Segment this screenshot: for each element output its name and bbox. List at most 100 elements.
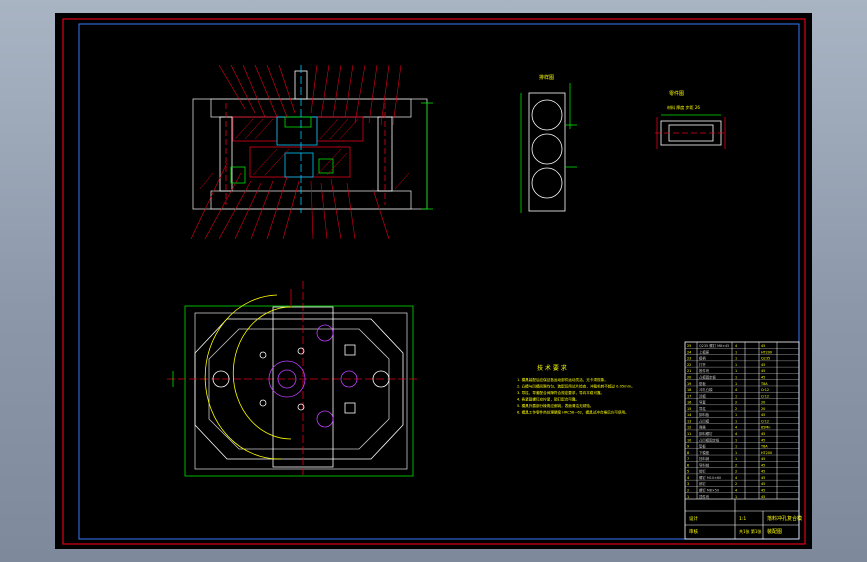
tech-req-line: 3. 导柱、导套配合间隙符合规定要求，导向平稳可靠。 — [517, 390, 604, 395]
bom-cell-qty: 1 — [735, 451, 737, 455]
bom-cell-no: 7 — [687, 457, 689, 461]
bom-cell-material: T8A — [760, 382, 768, 386]
outer-border — [62, 18, 806, 545]
bom-cell-qty: 1 — [735, 438, 737, 442]
bom-cell-material: 45 — [761, 495, 765, 499]
bom-cell-no: 16 — [687, 401, 691, 405]
bom-cell-no: 2 — [687, 489, 689, 493]
bom-cell-material: 45 — [761, 463, 765, 467]
bom-cell-name: 导柱 — [699, 406, 706, 411]
strip-layout-view[interactable] — [520, 83, 577, 213]
bom-cell-qty: 2 — [735, 470, 737, 474]
bom-cell-name: 凸模固定板 — [699, 374, 717, 379]
tech-req-line: 2. 凸模与凹模间隙均匀，装配后用试片检查，冲裁毛刺不超过 0.05mm。 — [517, 384, 635, 389]
bom-cell-material: 45 — [761, 432, 765, 436]
drawing-canvas: 排样图 零件图 材料 厚度 步距 26 技 术 要 求 1. 模具装配后应保证各… — [62, 18, 806, 545]
bom-cell-no: 6 — [687, 463, 689, 467]
bom-cell-qty: 2 — [735, 463, 737, 467]
bom-cell-no: 11 — [687, 432, 691, 436]
bom-cell-name: 卸料板 — [699, 412, 710, 417]
bom-cell-no: 4 — [687, 476, 689, 480]
bom-cell-no: 5 — [687, 470, 689, 474]
bom-cell-material: HT200 — [761, 451, 772, 455]
bom-cell-material: 45 — [761, 363, 765, 367]
bom-cell-qty: 2 — [735, 482, 737, 486]
bom-cell-name: 销钉 — [699, 481, 706, 486]
bom-cell-material: 45 — [761, 438, 765, 442]
bom-cell-name: 冲孔凸模 — [699, 387, 713, 392]
bom-cell-qty: 1 — [735, 413, 737, 417]
bom-cell-name: 下模座 — [699, 450, 710, 455]
bom-cell-qty: 4 — [735, 432, 737, 436]
bom-cell-name: 打杆 — [699, 362, 706, 367]
plan-view[interactable] — [167, 281, 417, 477]
bom-cell-qty: 4 — [735, 388, 737, 392]
bom-cell-name: 顶件块 — [699, 494, 710, 499]
cad-viewport[interactable]: 排样图 零件图 材料 厚度 步距 26 技 术 要 求 1. 模具装配后应保证各… — [55, 13, 812, 549]
bom-cell-name: 上模座 — [699, 349, 710, 354]
bom-cell-qty: 4 — [735, 426, 737, 430]
bom-cell-material: Q235 — [761, 357, 770, 361]
bom-cell-no: 17 — [687, 394, 691, 398]
bom-cell-material: 45 — [761, 476, 765, 480]
bom-cell-no: 13 — [687, 419, 691, 423]
bom-cell-no: 14 — [687, 413, 691, 417]
bom-cell-material: 20 — [761, 401, 765, 405]
bom-cell-no: 10 — [687, 438, 691, 442]
bom-cell-no: 24 — [687, 350, 691, 354]
bom-cell-name: 销钉 — [699, 469, 706, 474]
bom-cell-no: 3 — [687, 482, 689, 486]
title-sheet: 共1张 第1张 — [739, 528, 761, 534]
tech-req-line: 4. 各紧固螺钉应拧紧，销钉配合可靠。 — [517, 397, 579, 402]
bom-cell-name: 弹簧 — [699, 425, 706, 430]
title-drawing-name: 落料冲孔复合模 — [767, 515, 802, 522]
bom-cell-name: 螺钉 M10×60 — [699, 475, 721, 480]
bom-cell-material: 20 — [761, 407, 765, 411]
title-scale: 1:1 — [739, 516, 746, 522]
front-section-view[interactable] — [190, 64, 433, 240]
bom-cell-no: 8 — [687, 451, 689, 455]
bom-cell-no: 22 — [687, 363, 691, 367]
bom-cell-qty: 1 — [735, 363, 737, 367]
tech-req-title: 技 术 要 求 — [537, 364, 567, 372]
tech-req-line: 1. 模具装配后应保证各运动部件运动灵活，无卡滞现象。 — [517, 377, 608, 382]
bom-cell-qty: 2 — [735, 401, 737, 405]
bom-cell-qty: 1 — [735, 369, 737, 373]
bom-cell-material: Cr12 — [761, 419, 769, 423]
bom-cell-no: 18 — [687, 388, 691, 392]
bom-cell-name: 导套 — [699, 400, 706, 405]
bom-cell-name: 垫板 — [699, 381, 706, 386]
bom-cell-no: 12 — [687, 426, 691, 430]
bom-cell-name: 凸凹模 — [699, 418, 710, 423]
bom-cell-name: 卸料螺钉 — [699, 431, 713, 436]
title-designer: 设计 — [689, 515, 698, 522]
bom-cell-material: 45 — [761, 344, 765, 348]
bom-cell-qty: 1 — [735, 394, 737, 398]
bom-cell-qty: 4 — [735, 344, 737, 348]
bom-cell-name: 凹模 — [699, 393, 706, 398]
bom-cell-qty: 1 — [735, 382, 737, 386]
part-view[interactable] — [655, 114, 727, 149]
bom-cell-name: 推件块 — [699, 368, 710, 373]
bom-cell-no: 9 — [687, 445, 689, 449]
bom-cell-material: 45 — [761, 369, 765, 373]
bom-cell-no: 19 — [687, 382, 691, 386]
bom-cell-material: T8A — [760, 445, 768, 449]
bom-cell-material: 45 — [761, 489, 765, 493]
bom-cell-material: Cr12 — [761, 388, 769, 392]
bom-cell-qty: 4 — [735, 476, 737, 480]
bom-cell-qty: 2 — [735, 407, 737, 411]
bom-cell-no: 23 — [687, 357, 691, 361]
bom-cell-material: HT200 — [761, 350, 772, 354]
bom-cell-material: Cr12 — [761, 394, 769, 398]
bom-cell-name: 垫板 — [699, 444, 706, 449]
inner-border — [78, 23, 800, 540]
bom-cell-qty: 4 — [735, 489, 737, 493]
bom-cell-name: 螺钉 M8×50 — [699, 488, 719, 493]
bom-cell-name: 挡料销 — [699, 456, 710, 461]
tech-req-list: 1. 模具装配后应保证各运动部件运动灵活，无卡滞现象。 2. 凸模与凹模间隙均匀，… — [517, 377, 635, 415]
strip-layout-label: 排样图 — [539, 74, 554, 81]
bom-cell-qty: 1 — [735, 350, 737, 354]
bom-cell-no: 1 — [687, 495, 689, 499]
bom-cell-no: 25 — [687, 344, 691, 348]
